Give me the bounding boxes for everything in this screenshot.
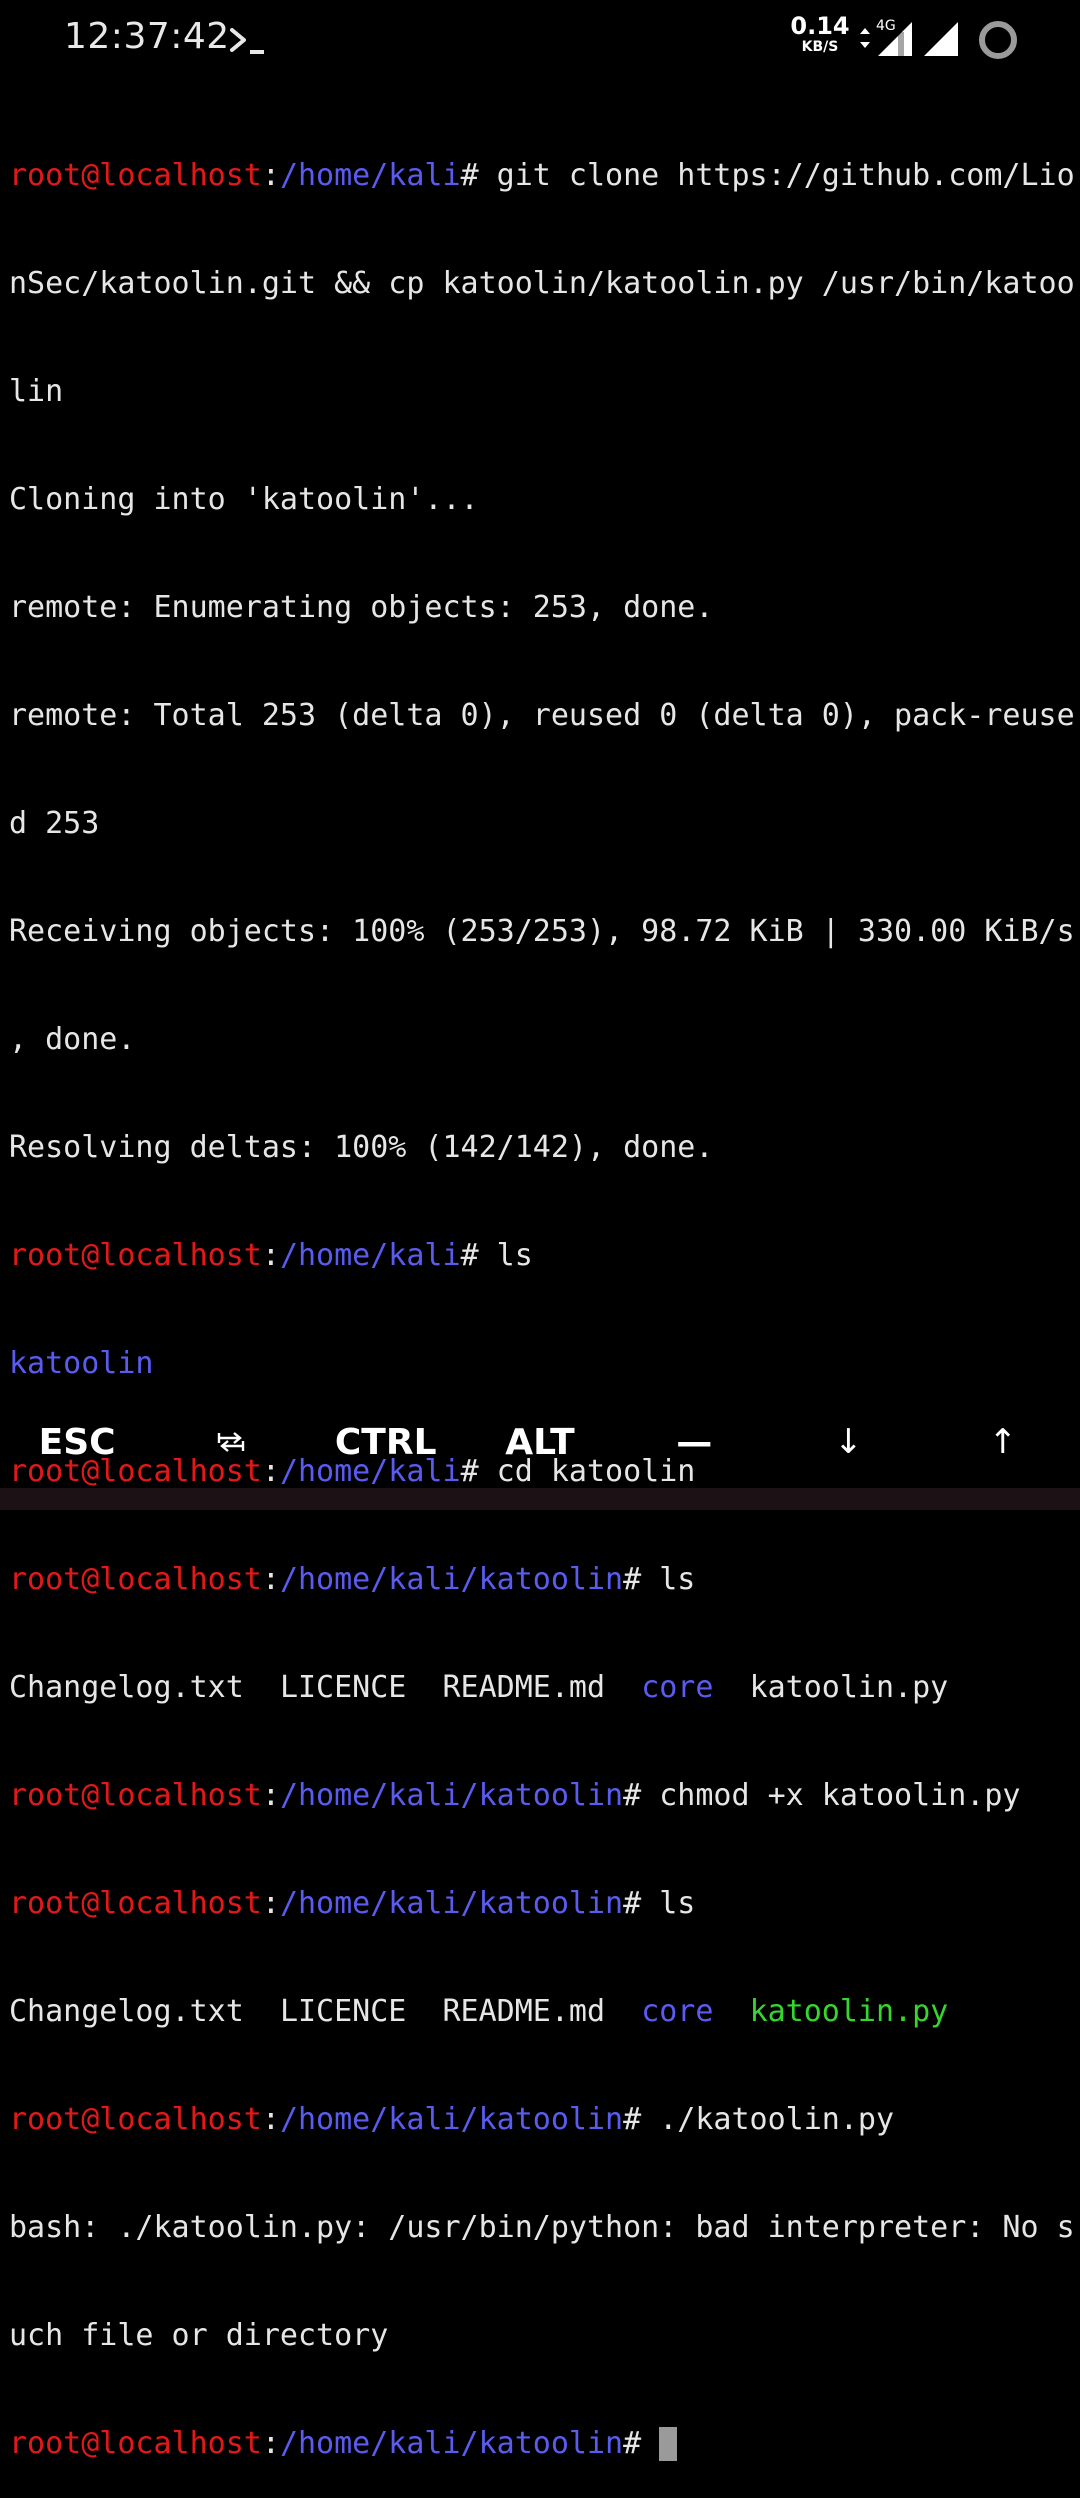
tab-key[interactable] [154, 1400, 308, 1484]
ls-directory-entry: core [641, 1994, 714, 2029]
ls-file-entry: README.md [442, 1994, 606, 2029]
command-text: # ./katoolin.py [623, 2102, 895, 2137]
terminal-line: Changelog.txt LICENCE README.md core kat… [9, 1994, 1075, 2030]
prompt-path: /home/kali [279, 158, 461, 193]
prompt-path: /home/kali/katoolin [279, 1562, 624, 1597]
terminal-line: uch file or directory [9, 2318, 389, 2353]
terminal-line: root@localhost:/home/kali# ls [9, 1238, 533, 1273]
terminal-line: d 253 [9, 806, 100, 841]
terminal-line: Changelog.txt LICENCE README.md core kat… [9, 1670, 1075, 1706]
arrow-down-key[interactable]: ↓ [771, 1400, 925, 1484]
status-bar: 12:37:42 0.14 KB/S 4G [0, 0, 1080, 80]
command-text: # chmod +x katoolin.py [623, 1778, 1021, 1813]
prompt-user: root@localhost [9, 2102, 262, 2137]
alt-key[interactable]: ALT [463, 1400, 617, 1484]
terminal-line: root@localhost:/home/kali/katoolin# [9, 2426, 1075, 2462]
terminal-line: katoolin [9, 1346, 1075, 1382]
network-speed-value: 0.14 [790, 12, 850, 40]
arrow-up-key[interactable]: ↑ [926, 1400, 1080, 1484]
extra-keys-bar: ESC CTRL ALT — ↓ ↑ [0, 1400, 1080, 1484]
terminal-line: lin [9, 374, 64, 409]
terminal-line: , done. [9, 1022, 136, 1057]
prompt-user: root@localhost [9, 1238, 262, 1273]
command-text: # ls [460, 1238, 533, 1273]
network-type-label: 4G [876, 18, 896, 34]
prompt-user: root@localhost [9, 158, 262, 193]
dash-key[interactable]: — [617, 1400, 771, 1484]
prompt-user: root@localhost [9, 1778, 262, 1813]
terminal-line: Receiving objects: 100% (253/253), 98.72… [9, 914, 1075, 949]
ls-file-entry: Changelog.txt [9, 1994, 244, 2029]
ls-file-entry: LICENCE [279, 1994, 407, 2029]
terminal-notification-icon [230, 28, 264, 54]
command-text: # [623, 2426, 660, 2461]
terminal-line: root@localhost:/home/kali# git clone htt… [9, 158, 1075, 193]
navigation-bar-strip [0, 1488, 1080, 1510]
terminal-line: Cloning into 'katoolin'... [9, 482, 479, 517]
ls-file-entry: README.md [442, 1670, 606, 1705]
terminal-line: Resolving deltas: 100% (142/142), done. [9, 1130, 714, 1165]
terminal-line: root@localhost:/home/kali/katoolin# ls [9, 1562, 696, 1597]
ls-file-entry: katoolin.py [749, 1670, 949, 1705]
prompt-path: /home/kali/katoolin [279, 2426, 624, 2461]
esc-key[interactable]: ESC [0, 1400, 154, 1484]
ls-file-entry: Changelog.txt [9, 1670, 244, 1705]
command-text: # ls [623, 1886, 696, 1921]
prompt-path: /home/kali/katoolin [279, 2102, 624, 2137]
prompt-path: /home/kali/katoolin [279, 1778, 624, 1813]
ls-directory-entry: core [641, 1670, 714, 1705]
terminal-cursor[interactable] [659, 2427, 678, 2461]
terminal-line: root@localhost:/home/kali/katoolin# ./ka… [9, 2102, 895, 2137]
ls-file-entry: LICENCE [279, 1670, 407, 1705]
battery-ring-icon [979, 21, 1017, 59]
network-speed-unit: KB/S [801, 39, 839, 55]
ls-executable-entry: katoolin.py [749, 1994, 949, 2029]
prompt-path: /home/kali [279, 1238, 461, 1273]
terminal-output[interactable]: root@localhost:/home/kali# git clone htt… [9, 86, 1075, 2498]
tab-arrows-icon [218, 1432, 245, 1452]
terminal-line: root@localhost:/home/kali/katoolin# chmo… [9, 1778, 1021, 1813]
status-time: 12:37:42 [64, 16, 230, 57]
terminal-line: remote: Total 253 (delta 0), reused 0 (d… [9, 698, 1075, 733]
prompt-user: root@localhost [9, 1562, 262, 1597]
terminal-line: root@localhost:/home/kali/katoolin# ls [9, 1886, 696, 1921]
prompt-path: /home/kali/katoolin [279, 1886, 624, 1921]
ls-directory-entry: katoolin [9, 1346, 154, 1381]
network-speed: 0.14 KB/S [790, 14, 850, 54]
prompt-user: root@localhost [9, 1886, 262, 1921]
command-text: # ls [623, 1562, 696, 1597]
terminal-line: nSec/katoolin.git && cp katoolin/katooli… [9, 266, 1075, 301]
signal-strength-icon [924, 22, 958, 56]
prompt-user: root@localhost [9, 2426, 262, 2461]
terminal-line: remote: Enumerating objects: 253, done. [9, 590, 714, 625]
ctrl-key[interactable]: CTRL [309, 1400, 463, 1484]
terminal-line: bash: ./katoolin.py: /usr/bin/python: ba… [9, 2210, 1075, 2245]
command-text: # git clone https://github.com/Lio [460, 158, 1075, 193]
